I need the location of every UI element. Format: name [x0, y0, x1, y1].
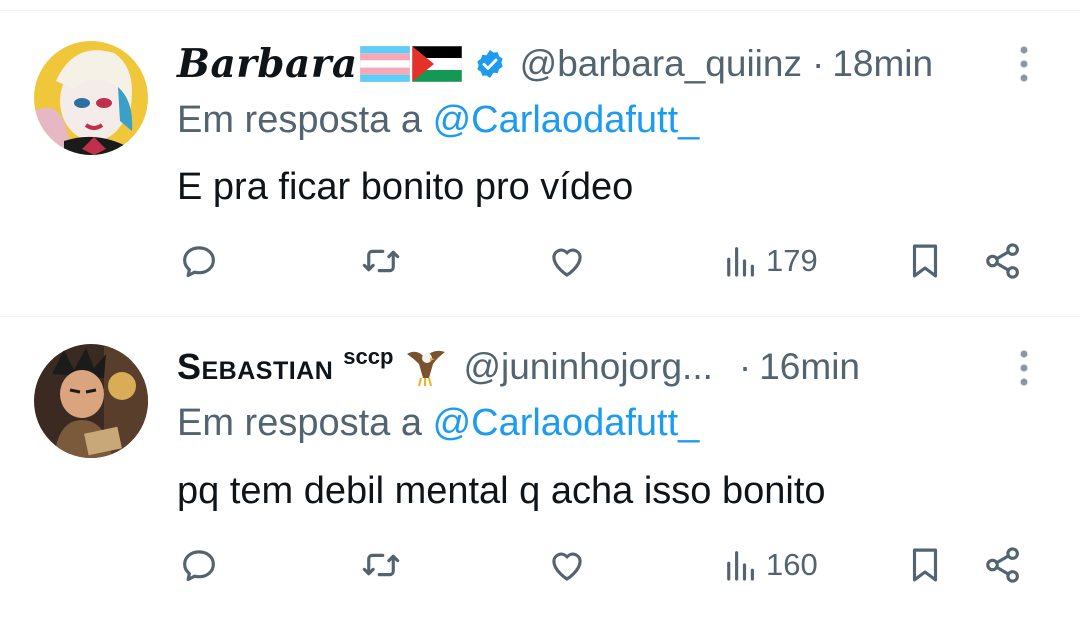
- transgender-flag-icon: [359, 45, 410, 83]
- display-name[interactable]: Sebastian: [177, 346, 333, 388]
- verified-badge-icon: [476, 50, 503, 78]
- separator-dot: ·: [738, 346, 752, 387]
- tweet[interactable]: Barbara @barbara_quiinz · 18min Em respo…: [0, 11, 1080, 316]
- eagle-emoji-icon: [403, 344, 449, 390]
- timestamp[interactable]: 16min: [759, 346, 860, 388]
- reply-button[interactable]: [178, 544, 220, 586]
- views-icon: [727, 551, 754, 581]
- views-button[interactable]: 179: [720, 240, 818, 282]
- tweet-text: E pra ficar bonito pro vídeo: [177, 166, 634, 208]
- bookmark-icon: [912, 548, 938, 582]
- name-badge: sccp: [343, 344, 394, 369]
- tweet-actions: 179: [0, 240, 1080, 290]
- timestamp[interactable]: 18min: [832, 43, 933, 85]
- reply-icon: [183, 550, 215, 582]
- like-button[interactable]: [546, 544, 588, 586]
- share-button[interactable]: [982, 240, 1024, 282]
- bookmark-icon: [912, 244, 938, 278]
- share-icon: [986, 243, 1019, 279]
- palestine-flag-icon: [411, 45, 462, 83]
- views-button[interactable]: 160: [720, 544, 818, 586]
- avatar[interactable]: [34, 41, 148, 155]
- tweet-header: Sebastian sccp @juninhojorg... · 16min: [177, 342, 860, 392]
- separator-dot: ·: [811, 43, 825, 84]
- more-icon[interactable]: [1014, 44, 1034, 84]
- display-name[interactable]: Barbara: [177, 41, 358, 87]
- share-button[interactable]: [982, 544, 1024, 586]
- retweet-icon: [362, 249, 400, 273]
- user-handle[interactable]: @barbara_quiinz: [520, 43, 802, 85]
- reply-context: Em resposta a @Carlaodafutt_: [177, 99, 699, 142]
- views-icon: [727, 247, 754, 277]
- views-count: 179: [766, 243, 818, 278]
- reply-button[interactable]: [178, 240, 220, 282]
- user-handle[interactable]: @juninhojorg...: [463, 346, 712, 388]
- like-icon: [552, 248, 582, 277]
- bookmark-button[interactable]: [904, 544, 946, 586]
- like-icon: [552, 552, 582, 581]
- reply-mention-link[interactable]: @Carlaodafutt_: [433, 402, 700, 444]
- reply-context: Em resposta a @Carlaodafutt_: [177, 402, 699, 445]
- reply-mention-link[interactable]: @Carlaodafutt_: [433, 99, 700, 141]
- views-count: 160: [766, 547, 818, 582]
- avatar[interactable]: [34, 344, 148, 458]
- tweet-actions: 160: [0, 544, 1080, 594]
- tweet-header: Barbara @barbara_quiinz · 18min: [177, 39, 933, 89]
- bookmark-button[interactable]: [904, 240, 946, 282]
- tweet[interactable]: Sebastian sccp @juninhojorg... · 16min E…: [0, 317, 1080, 622]
- tweet-text: pq tem debil mental q acha isso bonito: [177, 470, 826, 512]
- retweet-icon: [362, 553, 400, 577]
- share-icon: [986, 547, 1019, 583]
- more-icon[interactable]: [1014, 348, 1034, 388]
- reply-prefix: Em resposta a: [177, 402, 433, 444]
- reply-icon: [183, 246, 215, 278]
- retweet-button[interactable]: [360, 544, 402, 586]
- reply-prefix: Em resposta a: [177, 99, 433, 141]
- retweet-button[interactable]: [360, 240, 402, 282]
- like-button[interactable]: [546, 240, 588, 282]
